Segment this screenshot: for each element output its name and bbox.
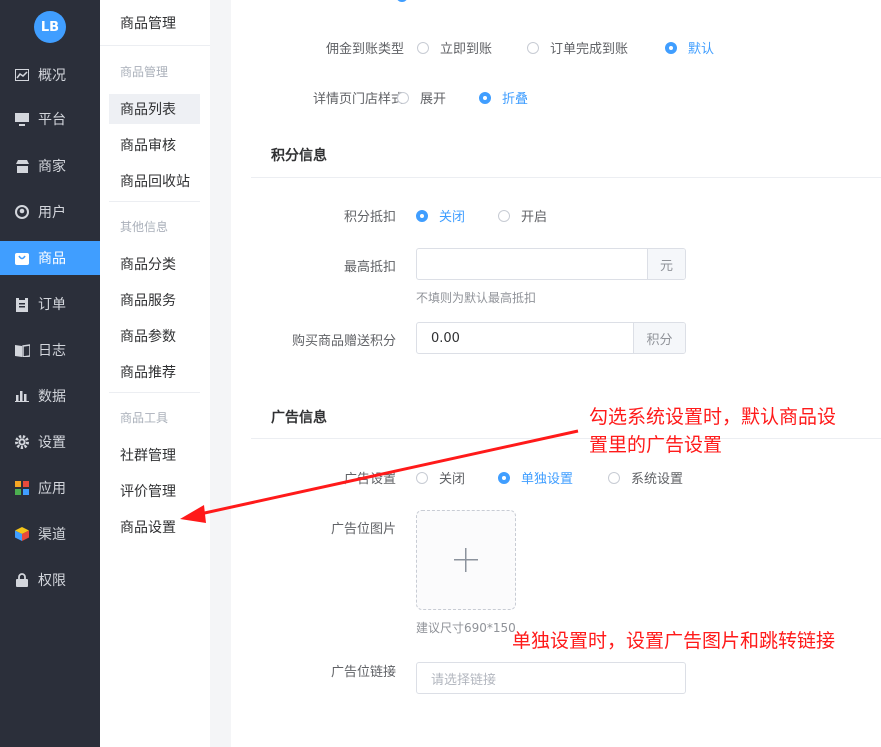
- section-title-points: 积分信息: [271, 148, 327, 164]
- submenu-item-goods-settings[interactable]: 商品设置: [109, 512, 200, 542]
- points-deduct-label: 积分抵扣: [343, 210, 396, 225]
- radio-commission-immediate[interactable]: 立即到账: [417, 38, 492, 57]
- nav-item-merchant[interactable]: 商家: [0, 149, 100, 183]
- submenu-divider: [109, 201, 200, 202]
- radio-ad-off[interactable]: 关闭: [416, 468, 465, 487]
- radio-top-partial[interactable]: [396, 0, 419, 2]
- nav-item-label: 渠道: [38, 527, 66, 543]
- annotation-note-system: 勾选系统设置时，默认商品设 置里的广告设置: [589, 406, 837, 456]
- ad-setting-label: 广告设置: [343, 472, 396, 487]
- store-style-label: 详情页门店样式: [312, 92, 404, 107]
- submenu-group-title: 商品工具: [120, 411, 169, 425]
- nav-item-data[interactable]: 数据: [0, 379, 100, 413]
- submenu-item-params[interactable]: 商品参数: [109, 321, 200, 351]
- submenu-title: 商品管理: [100, 0, 210, 46]
- radio-store-collapse[interactable]: 折叠: [479, 88, 528, 107]
- ad-image-label: 广告位图片: [330, 522, 396, 537]
- nav-item-apps[interactable]: 应用: [0, 471, 100, 505]
- max-deduct-value: [417, 249, 647, 279]
- submenu-item-reviews[interactable]: 评价管理: [109, 476, 200, 506]
- radio-commission-order-complete[interactable]: 订单完成到账: [527, 38, 628, 57]
- nav-item-label: 日志: [38, 343, 66, 359]
- radio-points-off[interactable]: 关闭: [416, 206, 465, 225]
- plus-icon: [454, 548, 478, 572]
- commission-label: 佣金到账类型: [325, 42, 404, 57]
- nav-item-overview[interactable]: 概况: [0, 58, 100, 92]
- gift-points-value: 0.00: [431, 330, 460, 346]
- app-logo[interactable]: LB: [34, 11, 66, 43]
- ad-link-label: 广告位链接: [330, 665, 396, 680]
- nav-item-label: 商家: [38, 159, 66, 175]
- nav-item-platform[interactable]: 平台: [0, 102, 100, 136]
- radio-ad-individual[interactable]: 单独设置: [498, 468, 573, 487]
- apps-grid-icon: [14, 480, 30, 496]
- cube-icon: [14, 526, 30, 542]
- nav-item-goods[interactable]: 商品: [0, 241, 100, 275]
- radio-ad-system[interactable]: 系统设置: [608, 468, 683, 487]
- submenu-item-goods-list[interactable]: 商品列表: [109, 94, 200, 124]
- ad-link-placeholder: 请选择链接: [431, 672, 497, 688]
- nav-item-label: 用户: [38, 205, 66, 221]
- bar-chart-icon: [14, 388, 30, 404]
- radio-points-on[interactable]: 开启: [498, 206, 547, 225]
- nav-item-user[interactable]: 用户: [0, 195, 100, 229]
- nav-item-label: 平台: [38, 112, 66, 128]
- gift-points-input[interactable]: 0.00 积分: [416, 322, 686, 354]
- radio-commission-default[interactable]: 默认: [665, 38, 714, 57]
- nav-item-label: 概况: [38, 68, 66, 84]
- nav-item-label: 应用: [38, 481, 66, 497]
- submenu-group-title: 商品管理: [120, 65, 169, 79]
- clipboard-icon: [14, 296, 30, 312]
- gear-icon: [14, 434, 30, 450]
- nav-item-channel[interactable]: 渠道: [0, 517, 100, 551]
- nav-item-label: 设置: [38, 435, 66, 451]
- section-divider: [251, 177, 881, 178]
- user-icon: [14, 204, 30, 220]
- lock-icon: [14, 572, 30, 588]
- nav-item-label: 商品: [38, 251, 66, 267]
- submenu-item-goods-review[interactable]: 商品审核: [109, 130, 200, 160]
- ad-link-input[interactable]: 请选择链接: [416, 662, 686, 694]
- submenu-item-category[interactable]: 商品分类: [109, 249, 200, 279]
- nav-item-permission[interactable]: 权限: [0, 563, 100, 597]
- gift-points-label: 购买商品赠送积分: [291, 334, 396, 349]
- nav-item-order[interactable]: 订单: [0, 287, 100, 321]
- nav-item-label: 数据: [38, 389, 66, 405]
- bag-icon: [14, 250, 30, 266]
- nav-item-log[interactable]: 日志: [0, 333, 100, 367]
- ad-image-upload[interactable]: [416, 510, 516, 610]
- sub-menu: 商品管理 商品管理 商品列表 商品审核 商品回收站 其他信息 商品分类 商品服务…: [100, 0, 210, 747]
- submenu-group-title: 其他信息: [120, 220, 169, 234]
- nav-item-label: 订单: [38, 297, 66, 313]
- section-title-ad: 广告信息: [271, 410, 327, 426]
- ad-image-hint: 建议尺寸690*150: [416, 621, 516, 635]
- submenu-item-community[interactable]: 社群管理: [109, 440, 200, 470]
- store-icon: [14, 158, 30, 174]
- nav-item-settings[interactable]: 设置: [0, 425, 100, 459]
- submenu-item-recycle-bin[interactable]: 商品回收站: [109, 166, 200, 196]
- submenu-item-service[interactable]: 商品服务: [109, 285, 200, 315]
- book-icon: [14, 342, 30, 358]
- max-deduct-hint: 不填则为默认最高抵扣: [416, 291, 537, 305]
- nav-item-label: 权限: [38, 573, 66, 589]
- submenu-divider: [109, 392, 200, 393]
- max-deduct-suffix: 元: [647, 249, 685, 279]
- chart-icon: [14, 67, 30, 83]
- radio-store-expand[interactable]: 展开: [397, 88, 446, 107]
- main-nav: LB 概况 平台 商家 用户 商品 订单 日志 数据 设置 应用 渠道 权限: [0, 0, 100, 747]
- gift-points-suffix: 积分: [633, 323, 685, 353]
- submenu-item-recommend[interactable]: 商品推荐: [109, 357, 200, 387]
- monitor-icon: [14, 111, 30, 127]
- max-deduct-input[interactable]: 元: [416, 248, 686, 280]
- max-deduct-label: 最高抵扣: [343, 260, 396, 275]
- annotation-note-individual: 单独设置时，设置广告图片和跳转链接: [512, 630, 836, 652]
